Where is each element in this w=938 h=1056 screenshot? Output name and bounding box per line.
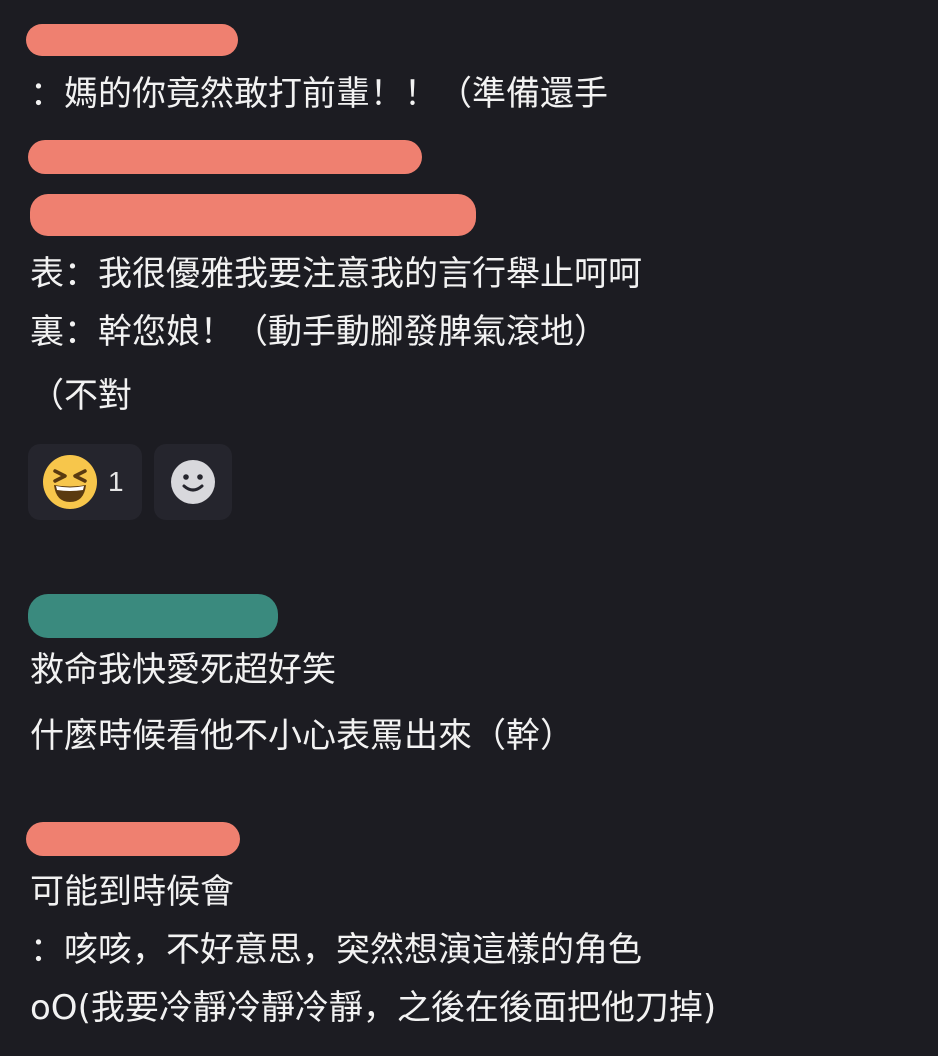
reaction-laugh-button[interactable]: 1 — [28, 444, 142, 520]
add-reaction-button[interactable] — [154, 444, 232, 520]
redacted-text — [28, 140, 422, 174]
redacted-username — [26, 822, 240, 856]
comment-text-line: 什麼時候看他不小心表罵出來（幹） — [30, 716, 574, 756]
add-reaction-smiley-icon — [170, 459, 216, 505]
redacted-text — [30, 194, 476, 236]
comment-text-line: ：咳咳，不好意思，突然想演這樣的角色 — [30, 930, 642, 970]
comment-text-line: 表：我很優雅我要注意我的言行舉止呵呵 — [30, 254, 642, 294]
grinning-squinting-face-icon — [42, 454, 98, 510]
comment-text-line: （不對 — [30, 376, 132, 416]
redacted-username — [26, 24, 238, 56]
comment-text-line: ：媽的你竟然敢打前輩！！（準備還手 — [30, 74, 608, 114]
comment-text-line: 裏：幹您娘！（動手動腳發脾氣滾地） — [30, 312, 608, 352]
reaction-count: 1 — [108, 466, 124, 497]
redacted-username — [28, 594, 278, 638]
comment-text-line: 可能到時候會 — [30, 872, 234, 912]
comment-text-line: 救命我快愛死超好笑 — [30, 650, 336, 690]
comment-text-line: oO(我要冷靜冷靜冷靜，之後在後面把他刀掉) — [30, 988, 717, 1028]
